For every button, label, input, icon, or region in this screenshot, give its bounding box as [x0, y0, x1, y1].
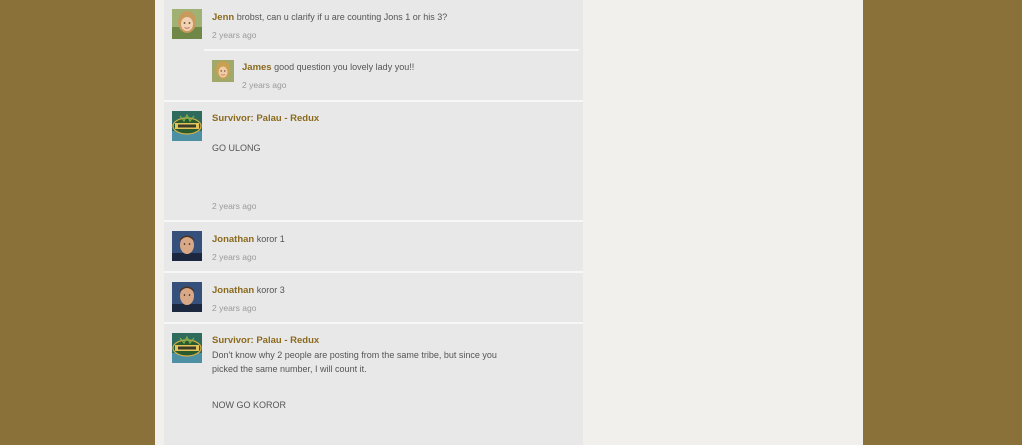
survivor-palau-logo-icon [172, 111, 202, 141]
comment-author[interactable]: Jonathan [212, 285, 254, 296]
comment-text-line: Don't know why 2 people are posting from… [212, 350, 497, 360]
avatar-survivor[interactable] [172, 333, 202, 363]
avatar-survivor[interactable] [172, 111, 202, 141]
comment-text: koror 1 [256, 234, 285, 244]
comment-jonathan-1: Jonathan koror 1 2 years ago [164, 222, 583, 273]
comment-survivor-koror: Survivor: Palau - Redux Don't know why 2… [164, 324, 583, 445]
reply-divider [204, 49, 579, 51]
man-portrait-icon [172, 231, 202, 261]
survivor-palau-logo-icon [172, 333, 202, 363]
page-content: Jenn brobst, can u clarify if u are coun… [155, 0, 863, 445]
avatar-jonathan[interactable] [172, 282, 202, 312]
man-portrait-icon [172, 282, 202, 312]
reply-text: good question you lovely lady you!! [274, 62, 415, 72]
comment-text-line: NOW GO KOROR [212, 400, 286, 410]
comment-timestamp[interactable]: 2 years ago [212, 199, 319, 213]
woman-portrait-icon [212, 60, 234, 82]
comment-author[interactable]: Survivor: Palau - Redux [212, 334, 497, 348]
comment-timestamp[interactable]: 2 years ago [212, 28, 447, 42]
comment-timestamp[interactable]: 2 years ago [212, 301, 285, 315]
avatar-james[interactable] [212, 60, 234, 82]
comment-jonathan-3: Jonathan koror 3 2 years ago [164, 273, 583, 324]
comment-jenn: Jenn brobst, can u clarify if u are coun… [164, 0, 583, 102]
reply-timestamp[interactable]: 2 years ago [242, 78, 414, 92]
comment-author[interactable]: Survivor: Palau - Redux [212, 112, 319, 126]
avatar-jenn[interactable] [172, 9, 202, 39]
comment-text: brobst, can u clarify if u are counting … [236, 12, 448, 22]
comment-text: koror 3 [256, 285, 285, 295]
comment-author[interactable]: Jonathan [212, 234, 254, 245]
avatar-jonathan[interactable] [172, 231, 202, 261]
comment-text: GO ULONG [212, 143, 261, 153]
comment-timestamp[interactable]: 2 years ago [212, 250, 285, 264]
comment-author[interactable]: Jenn [212, 12, 234, 23]
comment-feed: Jenn brobst, can u clarify if u are coun… [164, 0, 583, 445]
comment-text-line: picked the same number, I will count it. [212, 364, 367, 374]
reply-author[interactable]: James [242, 62, 272, 73]
woman-portrait-icon [172, 9, 202, 39]
comment-survivor-go-ulong: Survivor: Palau - Redux GO ULONG 2 years… [164, 102, 583, 222]
